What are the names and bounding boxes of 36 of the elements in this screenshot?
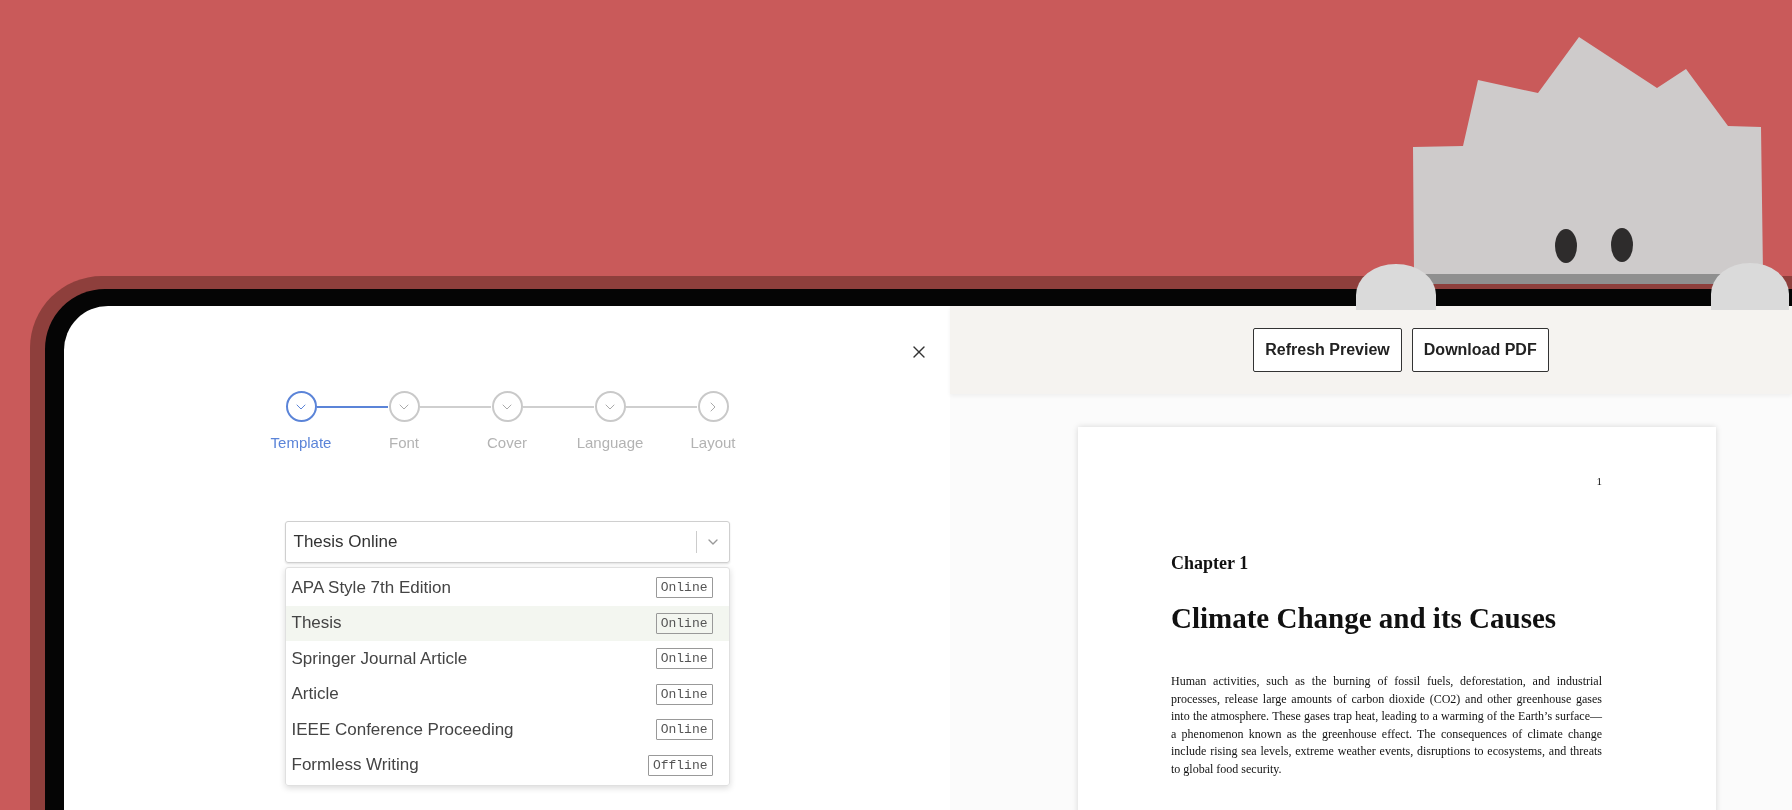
status-badge: Online bbox=[655, 612, 713, 634]
template-select[interactable]: Thesis Online bbox=[284, 521, 730, 563]
status-badge: Online bbox=[655, 577, 713, 599]
refresh-button[interactable]: Refresh Preview bbox=[1253, 328, 1402, 372]
template-option[interactable]: Thesis Online bbox=[285, 605, 729, 641]
step-label: Template bbox=[270, 434, 332, 451]
option-label: IEEE Conference Proceeding bbox=[291, 719, 514, 740]
option-label: Article bbox=[291, 684, 339, 705]
option-label: Formless Writing bbox=[291, 755, 419, 776]
template-option[interactable]: APA Style 7th Edition Online bbox=[285, 570, 729, 606]
page-number: 1 bbox=[1596, 475, 1602, 487]
status-badge: Online bbox=[655, 719, 713, 741]
step-label: Layout bbox=[690, 434, 736, 451]
document-title: Climate Change and its Causes bbox=[1171, 602, 1557, 635]
step-button[interactable] bbox=[388, 391, 420, 422]
step-button[interactable] bbox=[285, 391, 317, 422]
option-label: Springer Journal Article bbox=[291, 648, 468, 669]
download-button[interactable]: Download PDF bbox=[1411, 328, 1549, 372]
option-label: Thesis bbox=[291, 613, 342, 634]
template-option[interactable]: Article Online bbox=[285, 676, 729, 712]
template-option[interactable]: Formless Writing Offline bbox=[285, 747, 729, 783]
step-label: Font bbox=[389, 434, 419, 451]
option-label: APA Style 7th Edition bbox=[291, 577, 451, 598]
step-button[interactable] bbox=[491, 391, 523, 422]
step-button[interactable] bbox=[594, 391, 626, 422]
template-option[interactable]: IEEE Conference Proceeding Online bbox=[285, 712, 729, 748]
step-label: Language bbox=[576, 434, 644, 451]
template-option[interactable]: Springer Journal Article Online bbox=[285, 641, 729, 677]
body-paragraph: Human activities, such as the burning of fossil fuels, deforestation, and industrial processes, release large amounts of carbon dioxide (CO2) and other greenhouse gases into the atmosphere. These gases trap heat, leading to a warming of the Earth’s surface—a phenomenon known as the greenhouse effect. The consequences of climate change include rising sea levels, extreme weather events, disruptions to ecosystems, and threats to global food security. bbox=[1171, 673, 1602, 778]
select-value: Thesis Online bbox=[293, 532, 399, 552]
chapter-heading: Chapter 1 bbox=[1171, 553, 1249, 574]
status-badge: Offline bbox=[647, 754, 713, 776]
status-badge: Online bbox=[655, 648, 713, 670]
step-label: Cover bbox=[487, 434, 527, 451]
step-button[interactable] bbox=[697, 391, 729, 422]
status-badge: Online bbox=[655, 683, 713, 705]
